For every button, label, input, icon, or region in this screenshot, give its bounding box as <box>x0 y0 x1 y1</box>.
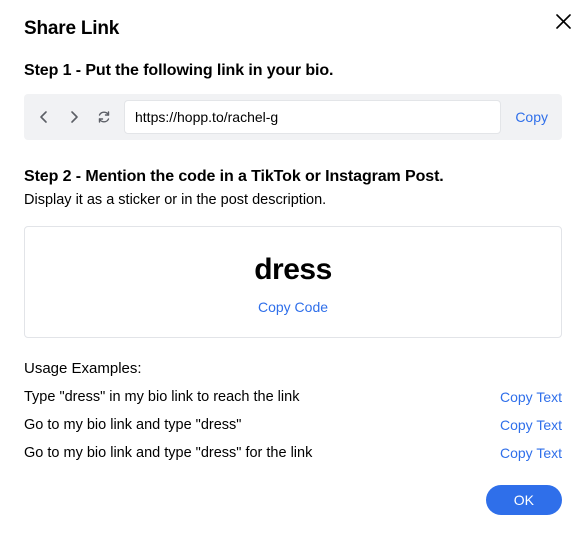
step2-heading: Step 2 - Mention the code in a TikTok or… <box>24 168 562 186</box>
step2-subtext: Display it as a sticker or in the post d… <box>24 192 562 208</box>
copy-url-button[interactable]: Copy <box>511 109 552 125</box>
forward-icon[interactable] <box>64 107 84 127</box>
close-button[interactable] <box>554 12 572 30</box>
refresh-icon[interactable] <box>94 107 114 127</box>
url-bar: Copy <box>24 94 562 140</box>
example-text: Go to my bio link and type "dress" for t… <box>24 445 312 461</box>
copy-code-button[interactable]: Copy Code <box>258 299 328 315</box>
code-word: dress <box>254 253 332 287</box>
url-input[interactable] <box>124 100 501 134</box>
usage-examples-heading: Usage Examples: <box>24 360 562 377</box>
step1-heading: Step 1 - Put the following link in your … <box>24 62 562 80</box>
copy-text-button[interactable]: Copy Text <box>500 445 562 461</box>
modal-title: Share Link <box>24 18 119 40</box>
back-icon[interactable] <box>34 107 54 127</box>
example-row: Type "dress" in my bio link to reach the… <box>24 389 562 405</box>
example-text: Type "dress" in my bio link to reach the… <box>24 389 299 405</box>
close-icon <box>556 14 571 29</box>
copy-text-button[interactable]: Copy Text <box>500 417 562 433</box>
example-text: Go to my bio link and type "dress" <box>24 417 241 433</box>
example-row: Go to my bio link and type "dress" Copy … <box>24 417 562 433</box>
ok-button[interactable]: OK <box>486 485 562 515</box>
example-row: Go to my bio link and type "dress" for t… <box>24 445 562 461</box>
share-link-modal: Share Link Step 1 - Put the following li… <box>0 0 586 533</box>
modal-footer: OK <box>24 485 562 515</box>
copy-text-button[interactable]: Copy Text <box>500 389 562 405</box>
code-box: dress Copy Code <box>24 226 562 338</box>
